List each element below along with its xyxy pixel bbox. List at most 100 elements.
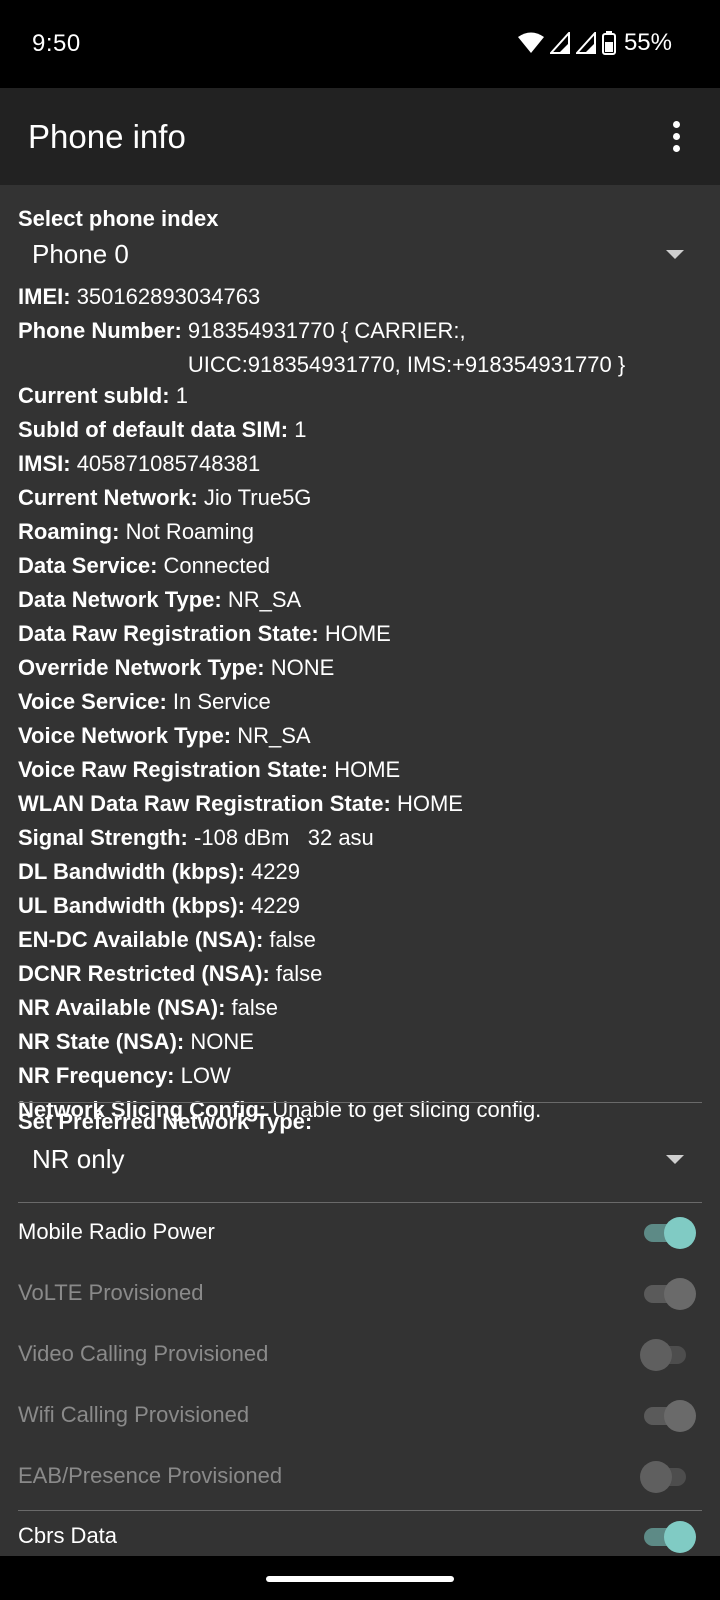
switch-label: Cbrs Data	[18, 1523, 118, 1548]
switch-label: Wifi Calling Provisioned	[18, 1402, 250, 1427]
info-value: Not Roaming	[125, 519, 254, 544]
info-value: In Service	[172, 689, 271, 714]
home-gesture-handle[interactable]	[266, 1576, 454, 1582]
info-value: -108 dBm 32 asu	[194, 825, 374, 850]
info-value-block: 918354931770 { CARRIER:, UICC:9183549317…	[188, 314, 625, 379]
info-row-override-network-type: Override Network Type: NONE	[18, 651, 708, 685]
cell-signal-icon	[575, 32, 596, 54]
volte-provisioned-toggle	[640, 1278, 696, 1310]
switch-thumb	[664, 1521, 696, 1553]
info-key: UL Bandwidth (kbps):	[18, 893, 245, 918]
wifi-icon	[517, 32, 544, 53]
info-key: DL Bandwidth (kbps):	[18, 859, 245, 884]
info-row-voice-raw-registration: Voice Raw Registration State: HOME	[18, 753, 708, 787]
dropdown-arrow-icon	[666, 250, 684, 259]
info-key: SubId of default data SIM:	[18, 417, 289, 442]
info-key: Override Network Type:	[18, 655, 265, 680]
info-key: DCNR Restricted (NSA):	[18, 961, 270, 986]
info-row-ul-bandwidth: UL Bandwidth (kbps): 4229	[18, 889, 708, 923]
info-row-voice-network-type: Voice Network Type: NR_SA	[18, 719, 708, 753]
switch-row-mobile-radio-power[interactable]: Mobile Radio Power	[0, 1203, 720, 1263]
info-row-data-service: Data Service: Connected	[18, 549, 708, 583]
status-icons: 55%	[517, 28, 672, 58]
info-key: NR Frequency:	[18, 1063, 175, 1088]
info-row-imsi: IMSI: 405871085748381	[18, 447, 708, 481]
video-calling-provisioned-toggle	[640, 1339, 696, 1371]
page-title: Phone info	[28, 118, 186, 155]
info-list: IMEI: 350162893034763 Phone Number: 9183…	[18, 280, 708, 1127]
info-row-data-network-type: Data Network Type: NR_SA	[18, 583, 708, 617]
info-value: LOW	[180, 1063, 231, 1088]
info-row-nr-available: NR Available (NSA): false	[18, 991, 708, 1025]
info-key: NR Available (NSA):	[18, 995, 226, 1020]
switch-row-cbrs-data[interactable]: Cbrs Data	[0, 1507, 720, 1556]
info-row-endc-available: EN-DC Available (NSA): false	[18, 923, 708, 957]
info-row-roaming: Roaming: Not Roaming	[18, 515, 708, 549]
info-key: IMEI:	[18, 284, 71, 309]
info-key: Roaming:	[18, 519, 120, 544]
menu-dot	[672, 120, 680, 128]
status-time: 9:50	[32, 30, 81, 57]
info-value: false	[231, 995, 279, 1020]
info-value: Unable to get slicing config.	[272, 1097, 542, 1122]
switch-thumb	[664, 1217, 696, 1249]
switch-label: EAB/Presence Provisioned	[18, 1463, 283, 1488]
info-value: Jio True5G	[203, 485, 312, 510]
info-value: 4229	[251, 893, 300, 918]
info-key: Signal Strength:	[18, 825, 188, 850]
more-vert-icon[interactable]	[656, 114, 696, 158]
info-value: 405871085748381	[76, 451, 261, 476]
info-key: Current Network:	[18, 485, 198, 510]
info-row-phone-number: Phone Number: 918354931770 { CARRIER:, U…	[18, 314, 708, 379]
info-key: Voice Network Type:	[18, 723, 232, 748]
cell-signal-icon	[549, 32, 570, 54]
switch-thumb	[664, 1278, 696, 1310]
info-row-data-raw-registration: Data Raw Registration State: HOME	[18, 617, 708, 651]
switch-row-volte-provisioned: VoLTE Provisioned	[0, 1264, 720, 1324]
info-key: IMSI:	[18, 451, 71, 476]
info-value: NONE	[270, 655, 335, 680]
switch-thumb	[640, 1461, 672, 1493]
info-value: 1	[294, 417, 307, 442]
eab-presence-provisioned-toggle	[640, 1461, 696, 1493]
phone-index-spinner[interactable]: Phone 0	[18, 235, 702, 277]
info-row-default-data-subid: SubId of default data SIM: 1	[18, 413, 708, 447]
app-bar: Phone info	[0, 88, 720, 185]
battery-percent: 55%	[623, 29, 672, 56]
info-key: Voice Raw Registration State:	[18, 757, 329, 782]
info-value: Connected	[163, 553, 270, 578]
info-row-voice-service: Voice Service: In Service	[18, 685, 708, 719]
info-value: HOME	[334, 757, 401, 782]
info-row-current-subid: Current subId: 1	[18, 379, 708, 413]
info-value: HOME	[396, 791, 463, 816]
switch-row-video-calling-provisioned: Video Calling Provisioned	[0, 1325, 720, 1385]
info-key: EN-DC Available (NSA):	[18, 927, 264, 952]
info-value: NR_SA	[237, 723, 311, 748]
preferred-network-spinner[interactable]: NR only	[18, 1140, 702, 1182]
switch-thumb	[640, 1339, 672, 1371]
switch-label: VoLTE Provisioned	[18, 1280, 204, 1305]
preferred-network-label: Set Preferred Network Type:	[18, 1109, 313, 1134]
mobile-radio-power-toggle[interactable]	[640, 1217, 696, 1249]
info-value: 350162893034763	[76, 284, 261, 309]
switch-thumb	[664, 1400, 696, 1432]
info-row-dl-bandwidth: DL Bandwidth (kbps): 4229	[18, 855, 708, 889]
info-value: 4229	[251, 859, 300, 884]
info-row-signal-strength: Signal Strength: -108 dBm 32 asu	[18, 821, 708, 855]
info-key: Data Service:	[18, 553, 158, 578]
info-key: Current subId:	[18, 383, 170, 408]
dropdown-arrow-icon	[666, 1155, 684, 1164]
phone-info-content[interactable]: Select phone index Phone 0 IMEI: 3501628…	[0, 185, 720, 1556]
navigation-bar	[0, 1556, 720, 1600]
status-bar: 9:50 55%	[0, 0, 720, 88]
phone-index-label: Select phone index	[18, 206, 219, 231]
info-key: Voice Service:	[18, 689, 167, 714]
switch-label: Mobile Radio Power	[18, 1219, 215, 1244]
info-key: Data Network Type:	[18, 587, 222, 612]
switch-row-wifi-calling-provisioned: Wifi Calling Provisioned	[0, 1386, 720, 1446]
switch-row-eab-presence-provisioned: EAB/Presence Provisioned	[0, 1447, 720, 1507]
cbrs-data-toggle[interactable]	[640, 1521, 696, 1553]
info-value: false	[275, 961, 323, 986]
info-row-wlan-raw-registration: WLAN Data Raw Registration State: HOME	[18, 787, 708, 821]
preferred-network-value: NR only	[32, 1144, 125, 1174]
